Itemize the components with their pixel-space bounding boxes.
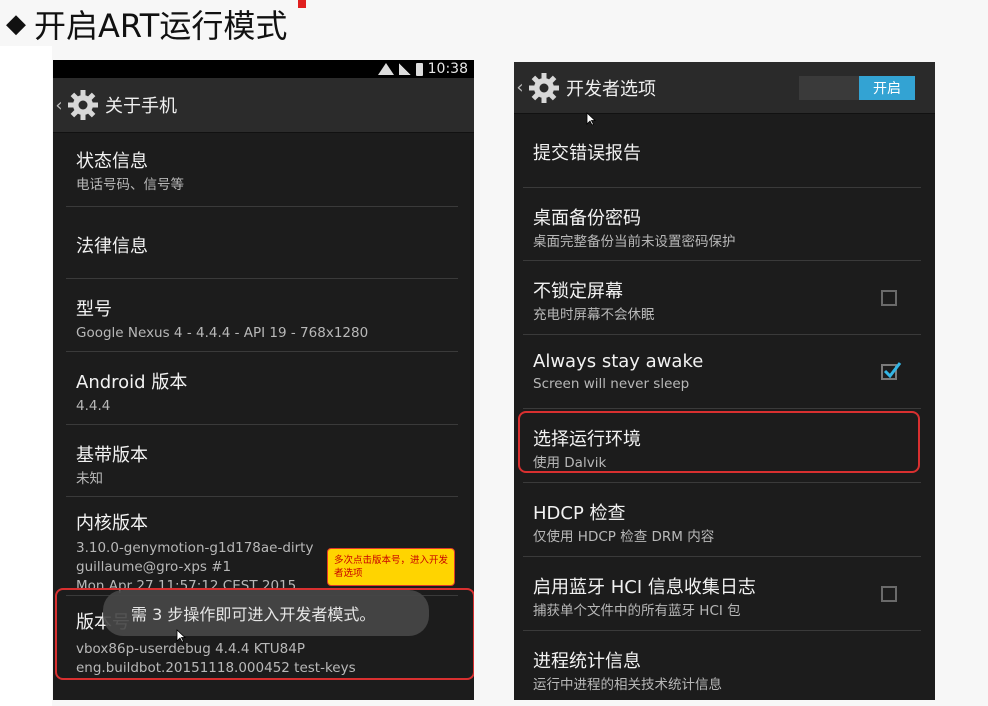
header-title: 关于手机 <box>105 96 177 117</box>
item-summary: 运行中进程的相关技术统计信息 <box>533 677 722 693</box>
slide-title-text: 开启ART运行模式 <box>34 7 288 45</box>
back-chevron-icon[interactable]: ‹ <box>514 77 526 98</box>
item-title: 不锁定屏幕 <box>533 281 623 302</box>
item-summary: Screen will never sleep <box>533 376 690 392</box>
battery-icon <box>415 62 423 76</box>
cursor-icon <box>176 629 186 643</box>
status-time: 10:38 <box>427 61 468 77</box>
list-item-baseband[interactable]: 基带版本 未知 <box>66 425 458 497</box>
item-title: 基带版本 <box>76 445 148 466</box>
switch-label: 开启 <box>859 75 915 100</box>
list-item-process-stats[interactable]: 进程统计信息 运行中进程的相关技术统计信息 <box>523 631 921 700</box>
item-title: 启用蓝牙 HCI 信息收集日志 <box>533 577 756 598</box>
item-summary: 4.4.4 <box>76 398 111 414</box>
list-item-legal[interactable]: 法律信息 <box>66 207 458 279</box>
item-summary: 桌面完整备份当前未设置密码保护 <box>533 234 736 250</box>
item-summary: 捕获单个文件中的所有蓝牙 HCI 包 <box>533 603 741 619</box>
item-summary: 充电时屏幕不会休眠 <box>533 307 655 323</box>
item-summary: 使用 Dalvik <box>533 455 607 471</box>
item-title: Always stay awake <box>533 351 704 372</box>
item-title: HDCP 检查 <box>533 503 626 524</box>
back-chevron-icon[interactable]: ‹ <box>53 95 65 116</box>
about-phone-screen: 10:38 ‹ 关于手机 状态信息 电话号码、信号等 法律信息 型号 Googl… <box>53 60 474 700</box>
action-bar: ‹ 关于手机 <box>53 78 474 133</box>
item-title: 型号 <box>76 299 112 320</box>
item-summary: 仅使用 HDCP 检查 DRM 内容 <box>533 529 715 545</box>
item-summary-line: eng.buildbot.20151118.000452 test-keys <box>76 660 356 676</box>
item-title: 状态信息 <box>76 151 148 172</box>
item-title: 进程统计信息 <box>533 651 641 672</box>
list-item-bug-report[interactable]: 提交错误报告 <box>523 114 921 188</box>
item-summary: 未知 <box>76 471 103 487</box>
header-title: 开发者选项 <box>566 78 656 100</box>
signal-icon <box>398 63 411 75</box>
status-bar: 10:38 <box>53 60 474 78</box>
callout-annotation: 多次点击版本号，进入开发者选项 <box>327 548 455 586</box>
item-title: Android 版本 <box>76 372 188 393</box>
list-item-runtime[interactable]: 选择运行环境 使用 Dalvik <box>523 409 921 483</box>
list-item-android-version[interactable]: Android 版本 4.4.4 <box>66 352 458 425</box>
action-bar: ‹ 开发者选项 开启 <box>514 62 935 114</box>
item-title: 选择运行环境 <box>533 429 641 450</box>
stay-awake-checkbox[interactable] <box>881 289 897 306</box>
item-summary: 电话号码、信号等 <box>76 177 184 193</box>
list-item-model[interactable]: 型号 Google Nexus 4 - 4.4.4 - API 19 - 768… <box>66 279 458 352</box>
developer-options-switch[interactable]: 开启 <box>799 75 915 100</box>
item-title: 内核版本 <box>76 513 148 534</box>
developer-options-screen: ‹ 开发者选项 开启 提交错误报告 桌面备份密码 桌面完整备份当前未设置密码保护… <box>514 62 935 700</box>
list-item-always-stay-awake[interactable]: Always stay awake Screen will never slee… <box>523 335 921 409</box>
red-mark <box>298 0 306 8</box>
item-title: 提交错误报告 <box>533 143 641 164</box>
bt-hci-log-checkbox[interactable] <box>881 585 897 602</box>
slide-title: ◆ 开启ART运行模式 <box>6 2 287 46</box>
check-icon <box>883 361 902 378</box>
wifi-icon <box>377 63 394 75</box>
item-summary-line: vbox86p-userdebug 4.4.4 KTU84P <box>76 641 305 657</box>
item-title: 法律信息 <box>76 236 148 257</box>
slide-margin <box>0 46 52 706</box>
item-summary: Google Nexus 4 - 4.4.4 - API 19 - 768x12… <box>76 325 369 341</box>
list-item-stay-awake-cn[interactable]: 不锁定屏幕 充电时屏幕不会休眠 <box>523 261 921 335</box>
list-item-bt-hci-log[interactable]: 启用蓝牙 HCI 信息收集日志 捕获单个文件中的所有蓝牙 HCI 包 <box>523 557 921 631</box>
item-title: 桌面备份密码 <box>533 208 641 229</box>
diamond-bullet-icon: ◆ <box>6 9 26 39</box>
always-stay-awake-checkbox[interactable] <box>881 361 902 380</box>
gear-icon[interactable] <box>67 89 99 121</box>
toast-message: 需 3 步操作即可进入开发者模式。 <box>103 590 429 636</box>
list-item-hdcp[interactable]: HDCP 检查 仅使用 HDCP 检查 DRM 内容 <box>523 483 921 557</box>
list-item-status[interactable]: 状态信息 电话号码、信号等 <box>66 133 458 207</box>
gear-icon[interactable] <box>528 72 560 104</box>
list-item-backup-password[interactable]: 桌面备份密码 桌面完整备份当前未设置密码保护 <box>523 188 921 261</box>
